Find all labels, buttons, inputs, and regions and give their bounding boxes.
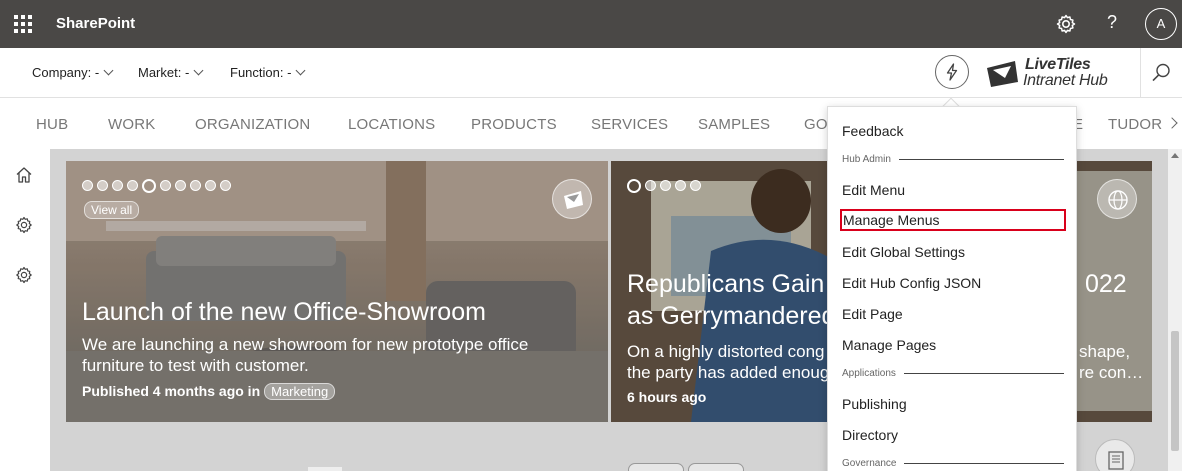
menu-item-directory[interactable]: Directory — [842, 427, 898, 443]
chevron-down-icon — [103, 65, 114, 76]
article-title[interactable]: Launch of the new Office-Showroom — [82, 297, 486, 327]
mail-icon[interactable] — [552, 179, 592, 219]
divider — [1140, 48, 1141, 98]
carousel-dot[interactable] — [205, 180, 216, 192]
function-filter-label: Function: - — [230, 65, 292, 80]
carousel-dot[interactable] — [112, 180, 123, 192]
app-name[interactable]: SharePoint — [56, 15, 135, 32]
nav-item-tudor[interactable]: TUDOR — [1108, 116, 1162, 133]
menu-item-edit-menu[interactable]: Edit Menu — [842, 182, 905, 198]
scrollbar-thumb[interactable] — [1171, 331, 1179, 451]
carousel-dot[interactable] — [645, 180, 656, 192]
settings-gear-icon[interactable] — [1054, 12, 1078, 36]
pill[interactable] — [688, 463, 744, 471]
app-launcher-icon[interactable] — [14, 15, 32, 33]
nav-item-organization[interactable]: ORGANIZATION — [195, 116, 310, 133]
livetiles-logo[interactable]: LiveTiles Intranet Hub — [985, 54, 1125, 92]
admin-dropdown-menu: Feedback Hub Admin Edit Menu Manage Menu… — [827, 106, 1077, 471]
nav-item-locations[interactable]: LOCATIONS — [348, 116, 435, 133]
article-description: We are launching a new showroom for new … — [82, 335, 529, 375]
nav-item-products[interactable]: PRODUCTS — [471, 116, 557, 133]
carousel-dot[interactable] — [82, 180, 93, 192]
article-description-line2: the party has added enoug — [627, 363, 830, 382]
carousel-dot[interactable] — [97, 180, 108, 192]
menu-item-manage-menus[interactable]: Manage Menus — [840, 209, 1066, 231]
vertical-scrollbar[interactable] — [1168, 149, 1182, 471]
article-description-line1-end: shape, — [1079, 342, 1131, 361]
category-tag[interactable]: Marketing — [264, 383, 336, 400]
menu-item-edit-global-settings[interactable]: Edit Global Settings — [842, 244, 965, 260]
search-icon[interactable] — [1150, 62, 1172, 84]
nav-item-samples[interactable]: SAMPLES — [698, 116, 770, 133]
carousel-dots[interactable] — [627, 177, 705, 193]
user-avatar[interactable]: A — [1145, 8, 1177, 40]
menu-item-feedback[interactable]: Feedback — [842, 123, 903, 139]
help-icon[interactable]: ? — [1104, 12, 1120, 33]
chevron-down-icon — [295, 65, 306, 76]
carousel-dot[interactable] — [127, 180, 138, 192]
company-filter-label: Company: - — [32, 65, 100, 80]
article-meta: 6 hours ago — [627, 389, 707, 405]
published-text: Published 4 months ago in — [82, 383, 261, 399]
carousel-dots[interactable] — [82, 177, 235, 193]
view-all-link[interactable]: View all — [84, 201, 140, 219]
nav-item-hub[interactable]: HUB — [36, 116, 68, 133]
article-title-line1-end: 022 — [1085, 270, 1127, 298]
suite-bar: SharePoint ? A — [0, 0, 1182, 48]
menu-item-edit-page[interactable]: Edit Page — [842, 306, 903, 322]
carousel-dot[interactable] — [220, 180, 231, 192]
livetiles-logo-icon — [987, 61, 1018, 87]
menu-item-manage-pages[interactable]: Manage Pages — [842, 337, 936, 353]
carousel-dot[interactable] — [160, 180, 171, 192]
menu-section-applications: Applications — [842, 368, 1064, 379]
carousel-dot-active[interactable] — [627, 178, 641, 193]
article-meta: Published 4 months ago in Marketing — [82, 383, 336, 400]
carousel-dot[interactable] — [660, 180, 671, 192]
menu-section-hub-admin: Hub Admin — [842, 154, 1064, 165]
article-description-line2-end: re con… — [1079, 363, 1144, 382]
news-icon[interactable] — [1095, 439, 1135, 471]
pill[interactable] — [628, 463, 684, 471]
article-title-line1[interactable]: Republicans Gain I — [627, 269, 838, 299]
market-filter-label: Market: - — [138, 65, 190, 80]
nav-item-go[interactable]: GO — [804, 116, 828, 133]
menu-item-publishing[interactable]: Publishing — [842, 396, 907, 412]
carousel-dot-active[interactable] — [142, 178, 156, 193]
market-filter[interactable]: Market: - — [138, 65, 204, 80]
menu-item-edit-hub-config-json[interactable]: Edit Hub Config JSON — [842, 275, 981, 291]
carousel-dot[interactable] — [175, 180, 186, 192]
admin-actions-button[interactable] — [935, 55, 969, 89]
chevron-down-icon — [193, 65, 204, 76]
nav-scroll-right-icon[interactable] — [1166, 117, 1178, 129]
news-carousel-card[interactable]: View all Launch of the new Office-Showro… — [66, 161, 608, 422]
settings-gear-icon[interactable] — [14, 265, 34, 285]
logo-text-intranet-hub: Intranet Hub — [1023, 72, 1108, 89]
settings-gear-icon[interactable] — [14, 215, 34, 235]
function-filter[interactable]: Function: - — [230, 65, 306, 80]
scroll-up-arrow-icon[interactable] — [1171, 153, 1179, 158]
menu-section-governance: Governance — [842, 458, 1064, 469]
carousel-dot[interactable] — [690, 180, 701, 192]
company-filter[interactable]: Company: - — [32, 65, 114, 80]
left-rail — [0, 149, 50, 471]
home-icon[interactable] — [14, 165, 34, 185]
placeholder-block — [308, 467, 342, 471]
lightning-bolt-icon — [946, 63, 958, 81]
article-description-line1: On a highly distorted cong — [627, 342, 825, 361]
tag-pills — [628, 463, 748, 471]
nav-item-services[interactable]: SERVICES — [591, 116, 668, 133]
carousel-dot[interactable] — [675, 180, 686, 192]
filter-bar: Company: - Market: - Function: - LiveTil… — [0, 48, 1182, 98]
article-title-line2[interactable]: as Gerrymandered — [627, 301, 835, 331]
nav-item-work[interactable]: WORK — [108, 116, 155, 133]
carousel-dot[interactable] — [190, 180, 201, 192]
globe-icon[interactable] — [1097, 179, 1137, 219]
